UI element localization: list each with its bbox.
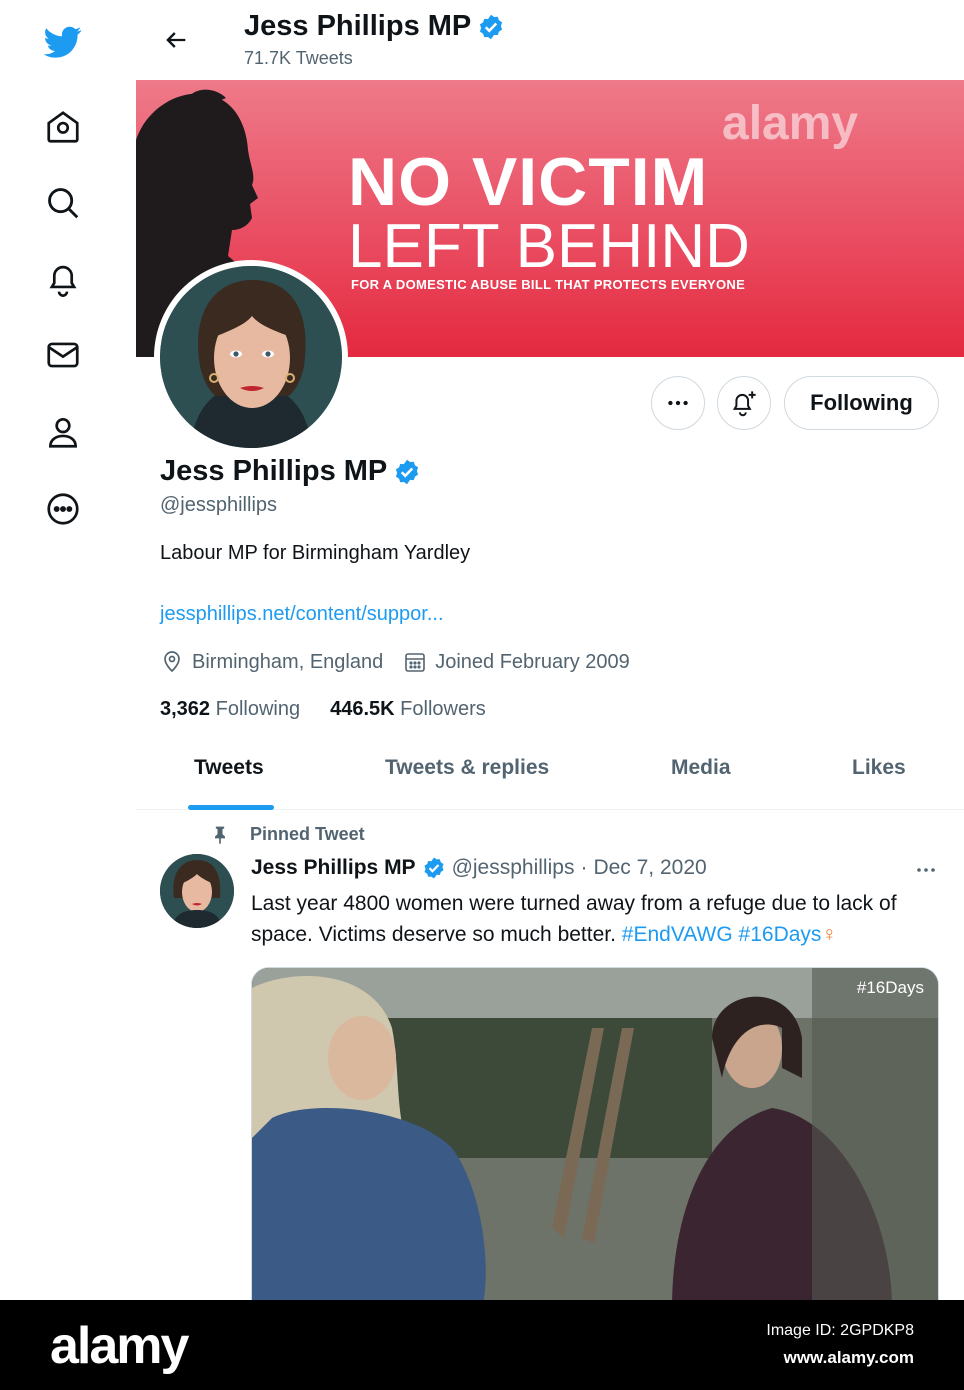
- following-stat[interactable]: 3,362 Following: [160, 698, 300, 721]
- following-label: Following: [215, 698, 301, 720]
- header-tweet-count: 71.7K Tweets: [244, 48, 353, 68]
- media-image: [252, 968, 938, 1306]
- tweet-avatar[interactable]: [160, 854, 234, 928]
- watermark: alamy: [722, 97, 859, 150]
- ellipsis-icon: [917, 868, 935, 872]
- location-text: Birmingham, England: [192, 650, 384, 673]
- back-arrow-icon[interactable]: [156, 20, 196, 60]
- banner-tagline: FOR A DOMESTIC ABUSE BILL THAT PROTECTS …: [351, 277, 746, 292]
- followers-stat[interactable]: 446.5K Followers: [330, 698, 486, 721]
- profile-header: Jess Phillips MP 71.7K Tweets: [136, 0, 964, 80]
- profile-name: Jess Phillips MP: [160, 455, 421, 488]
- tab-likes[interactable]: Likes: [852, 756, 906, 780]
- verified-badge-icon: [480, 14, 503, 39]
- twitter-logo-icon[interactable]: [38, 17, 88, 67]
- profile-tabs: Tweets Tweets & replies Media Likes: [136, 740, 964, 810]
- footer-url: www.alamy.com: [783, 1348, 914, 1367]
- more-options-button[interactable]: [651, 376, 705, 430]
- pinned-tweet-label: Pinned Tweet: [210, 824, 365, 845]
- profile-meta: Birmingham, England Joined February 2009: [160, 650, 650, 674]
- tweet-separator: ·: [580, 856, 588, 879]
- home-icon[interactable]: [38, 102, 88, 152]
- calendar-icon: [405, 653, 426, 672]
- image-id: Image ID: 2GPDKP8: [766, 1322, 914, 1339]
- verified-badge-icon: [424, 857, 444, 879]
- pin-icon: [215, 826, 225, 844]
- stock-photo-footer: alamy Image ID: 2GPDKP8 www.alamy.com: [0, 1300, 964, 1390]
- profile-name-text: Jess Phillips MP: [160, 455, 388, 487]
- profile-stats: 3,362 Following 446.5K Followers: [160, 698, 486, 721]
- profile-avatar[interactable]: [154, 260, 348, 454]
- tab-tweets[interactable]: Tweets: [194, 756, 264, 780]
- profile-person-icon[interactable]: [38, 407, 88, 457]
- notifications-bell-icon[interactable]: [38, 254, 88, 304]
- tab-tweets-replies[interactable]: Tweets & replies: [385, 756, 549, 780]
- explore-search-icon[interactable]: [38, 178, 88, 228]
- tab-media[interactable]: Media: [671, 756, 731, 780]
- pinned-label-text: Pinned Tweet: [250, 824, 365, 844]
- more-circle-icon[interactable]: [38, 484, 88, 534]
- active-tab-indicator: [188, 805, 274, 810]
- tweet-more-button[interactable]: [910, 856, 942, 884]
- notify-button[interactable]: [717, 376, 771, 430]
- tweet-date[interactable]: Dec 7, 2020: [593, 856, 706, 880]
- avatar-image: [160, 266, 342, 448]
- header-name-text: Jess Phillips MP: [244, 10, 472, 42]
- profile-joined: Joined February 2009: [403, 650, 630, 674]
- banner-headline: NO VICTIM: [348, 144, 709, 220]
- profile-location: Birmingham, England: [160, 650, 383, 674]
- following-count: 3,362: [160, 698, 211, 720]
- tweet-header: Jess Phillips MP @jessphillips · Dec 7, …: [251, 856, 707, 880]
- tweet-handle[interactable]: @jessphillips: [452, 856, 575, 880]
- tweet-media[interactable]: #16Days: [251, 967, 939, 1307]
- profile-bio: Labour MP for Birmingham Yardley: [160, 542, 471, 564]
- female-sign-emoji: ♀: [821, 923, 838, 946]
- media-hashtag-overlay: #16Days: [856, 978, 924, 997]
- location-pin-icon: [164, 651, 180, 673]
- messages-mail-icon[interactable]: [38, 330, 88, 380]
- left-navigation: [0, 0, 125, 560]
- profile-handle: @jessphillips: [160, 494, 278, 516]
- ellipsis-icon: [668, 400, 688, 406]
- header-title: Jess Phillips MP: [244, 10, 505, 43]
- following-button[interactable]: Following: [784, 376, 939, 430]
- hashtag-link[interactable]: #16Days: [739, 923, 822, 946]
- joined-text: Joined February 2009: [435, 650, 630, 673]
- verified-badge-icon: [396, 459, 419, 484]
- tweet-author[interactable]: Jess Phillips MP: [251, 856, 416, 880]
- followers-count: 446.5K: [330, 698, 395, 720]
- profile-website-link[interactable]: jessphillips.net/content/suppor...: [160, 603, 444, 626]
- banner-subheadline: LEFT BEHIND: [348, 212, 750, 281]
- alamy-logo: alamy: [50, 1317, 189, 1375]
- tweet-text: Last year 4800 women were turned away fr…: [251, 888, 941, 950]
- hashtag-link[interactable]: #EndVAWG: [622, 923, 733, 946]
- bell-plus-icon: [732, 391, 756, 417]
- followers-label: Followers: [400, 698, 486, 720]
